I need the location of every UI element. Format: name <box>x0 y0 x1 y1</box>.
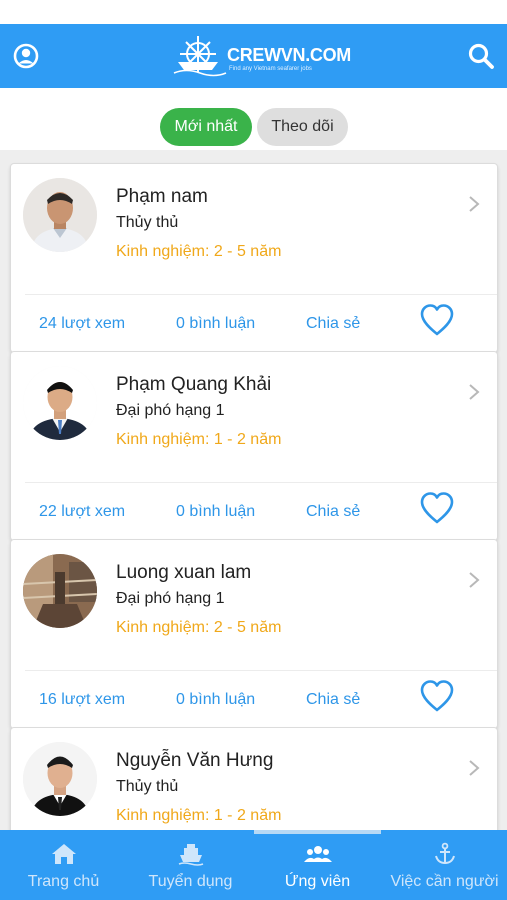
filter-tabs: Mới nhất Theo dõi <box>0 88 507 150</box>
candidate-rank: Đại phó hạng 1 <box>116 590 225 607</box>
candidate-experience: Kinh nghiệm: 2 - 5 năm <box>116 619 282 636</box>
heart-icon[interactable] <box>418 678 456 714</box>
avatar <box>23 554 97 628</box>
candidate-name: Nguyễn Văn Hưng <box>116 750 274 771</box>
share-button[interactable]: Chia sẻ <box>306 503 360 521</box>
tab-newest[interactable]: Mới nhất <box>160 108 252 146</box>
nav-jobs[interactable]: Việc cần người <box>381 830 507 900</box>
nav-label: Việc cần người <box>390 873 499 890</box>
logo-text: CREWVN.COM <box>227 45 351 65</box>
tab-following[interactable]: Theo dõi <box>257 108 348 146</box>
avatar <box>23 178 97 252</box>
share-button[interactable]: Chia sẻ <box>306 315 360 333</box>
chevron-right-icon[interactable] <box>467 758 481 778</box>
ship-icon <box>178 844 203 866</box>
home-icon <box>51 844 76 864</box>
comments-count[interactable]: 0 bình luận <box>176 315 255 333</box>
candidate-card[interactable]: Luong xuan lam Đại phó hạng 1 Kinh nghiệ… <box>10 539 498 729</box>
ship-wheel-logo-icon <box>173 36 227 77</box>
candidate-experience: Kinh nghiệm: 1 - 2 năm <box>116 807 282 824</box>
card-divider <box>25 482 497 483</box>
chevron-right-icon[interactable] <box>467 382 481 402</box>
nav-recruitment[interactable]: Tuyển dụng <box>127 830 254 900</box>
avatar <box>23 742 97 816</box>
group-icon <box>303 846 332 862</box>
candidate-experience: Kinh nghiệm: 2 - 5 năm <box>116 243 282 260</box>
avatar <box>23 366 97 440</box>
candidate-name: Luong xuan lam <box>116 562 252 583</box>
candidate-rank: Thủy thủ <box>116 778 179 795</box>
candidate-name: Phạm Quang Khải <box>116 374 272 395</box>
anchor-icon <box>434 842 455 865</box>
user-profile-icon[interactable] <box>10 40 42 72</box>
nav-candidates[interactable]: Ứng viên <box>254 830 381 900</box>
candidate-card[interactable]: Nguyễn Văn Hưng Thủy thủ Kinh nghiệm: 1 … <box>10 727 498 830</box>
search-icon[interactable] <box>465 40 497 72</box>
comments-count[interactable]: 0 bình luận <box>176 503 255 521</box>
candidate-name: Phạm nam <box>116 186 208 207</box>
card-divider <box>25 294 497 295</box>
nav-home[interactable]: Trang chủ <box>0 830 127 900</box>
candidate-list: Phạm nam Thủy thủ Kinh nghiệm: 2 - 5 năm… <box>0 150 507 830</box>
bottom-navigation: Trang chủ Tuyển dụng Ứng viên Việc cần n… <box>0 830 507 900</box>
candidate-card[interactable]: Phạm Quang Khải Đại phó hạng 1 Kinh nghi… <box>10 351 498 541</box>
candidate-card[interactable]: Phạm nam Thủy thủ Kinh nghiệm: 2 - 5 năm… <box>10 163 498 353</box>
nav-label: Tuyển dụng <box>148 873 233 890</box>
app-logo: CREWVN.COM Find any Vietnam seafarer job… <box>172 32 351 80</box>
chevron-right-icon[interactable] <box>467 570 481 590</box>
views-count[interactable]: 22 lượt xem <box>39 503 125 521</box>
app-header: CREWVN.COM Find any Vietnam seafarer job… <box>0 24 507 88</box>
chevron-right-icon[interactable] <box>467 194 481 214</box>
candidate-experience: Kinh nghiệm: 1 - 2 năm <box>116 431 282 448</box>
card-divider <box>25 670 497 671</box>
comments-count[interactable]: 0 bình luận <box>176 691 255 709</box>
logo-tagline: Find any Vietnam seafarer jobs <box>229 66 312 72</box>
heart-icon[interactable] <box>418 490 456 526</box>
status-bar <box>0 0 507 24</box>
candidate-rank: Thủy thủ <box>116 214 179 231</box>
nav-label: Trang chủ <box>27 873 100 890</box>
views-count[interactable]: 24 lượt xem <box>39 315 125 333</box>
share-button[interactable]: Chia sẻ <box>306 691 360 709</box>
heart-icon[interactable] <box>418 302 456 338</box>
views-count[interactable]: 16 lượt xem <box>39 691 125 709</box>
candidate-rank: Đại phó hạng 1 <box>116 402 225 419</box>
nav-label: Ứng viên <box>284 873 351 890</box>
